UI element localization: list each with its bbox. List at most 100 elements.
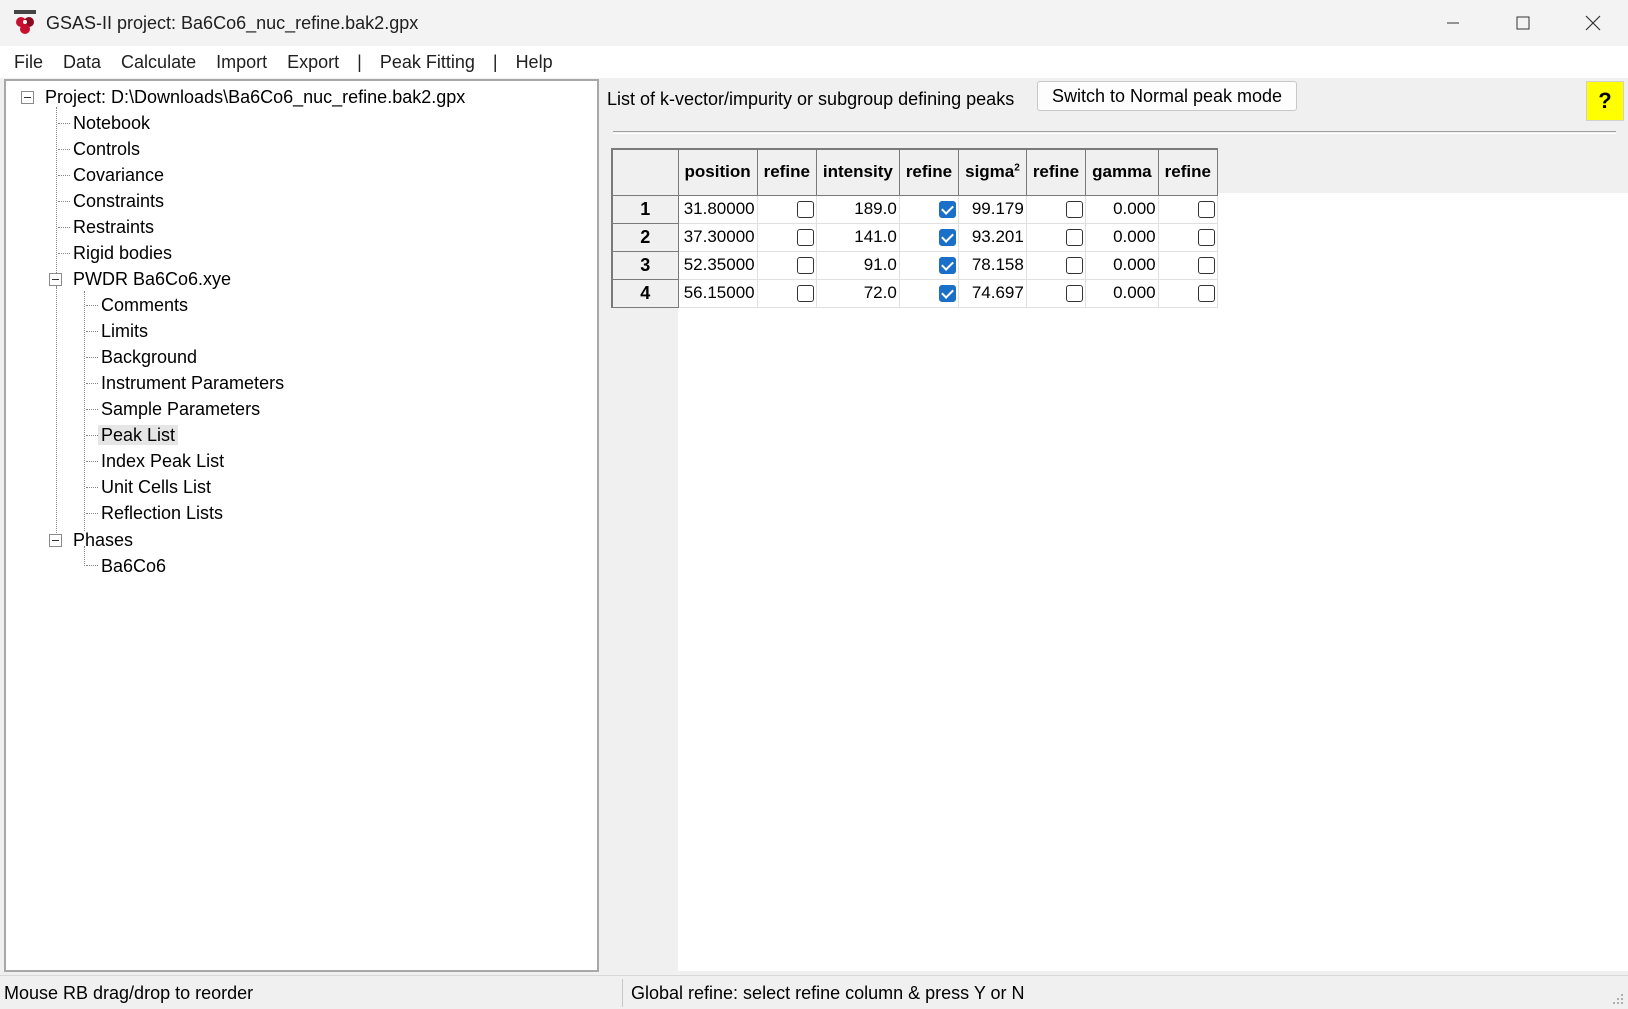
menu-calculate[interactable]: Calculate (111, 52, 206, 73)
sigma-cell[interactable]: 93.201 (958, 222, 1027, 252)
tree-item-sample-parameters[interactable]: Sample Parameters (98, 397, 263, 421)
close-button[interactable] (1558, 0, 1628, 46)
refine-checkbox[interactable] (796, 285, 814, 303)
table-row: 3 52.35000 91.0 78.158 0.000 (611, 250, 1218, 280)
refine-cell[interactable] (756, 278, 817, 308)
row-header[interactable]: 2 (611, 222, 679, 252)
intensity-cell[interactable]: 72.0 (815, 278, 900, 308)
refine-checkbox[interactable] (1066, 229, 1084, 247)
tree-item-comments[interactable]: Comments (98, 293, 191, 317)
col-header-refine[interactable]: refine (1157, 148, 1218, 196)
intensity-cell[interactable]: 189.0 (815, 194, 900, 224)
data-tree[interactable]: Project: D:\Downloads\Ba6Co6_nuc_refine.… (4, 79, 599, 972)
col-header-position[interactable]: position (677, 148, 758, 196)
position-cell[interactable]: 52.35000 (677, 250, 758, 280)
menu-file[interactable]: File (4, 52, 53, 73)
position-cell[interactable]: 31.80000 (677, 194, 758, 224)
tree-item-constraints[interactable]: Constraints (70, 189, 167, 213)
refine-checkbox[interactable] (796, 257, 814, 275)
collapse-toggle-phases[interactable] (49, 534, 62, 547)
tree-item-limits[interactable]: Limits (98, 319, 151, 343)
tree-item-restraints[interactable]: Restraints (70, 215, 157, 239)
tree-item-pwdr[interactable]: PWDR Ba6Co6.xye (70, 267, 234, 291)
menu-help[interactable]: Help (506, 52, 563, 73)
refine-checkbox[interactable] (1066, 285, 1084, 303)
col-header-refine[interactable]: refine (898, 148, 960, 196)
refine-checkbox[interactable] (1066, 201, 1084, 219)
row-header[interactable]: 1 (611, 194, 679, 224)
intensity-cell[interactable]: 141.0 (815, 222, 900, 252)
gamma-cell[interactable]: 0.000 (1085, 194, 1159, 224)
help-button[interactable]: ? (1586, 81, 1624, 121)
tree-item-peak-list[interactable]: Peak List (98, 423, 179, 447)
tree-item-notebook[interactable]: Notebook (70, 111, 153, 135)
collapse-toggle-pwdr[interactable] (49, 273, 62, 286)
refine-checkbox[interactable] (939, 257, 957, 275)
sigma-cell[interactable]: 74.697 (958, 278, 1027, 308)
switch-normal-peak-mode-button[interactable]: Switch to Normal peak mode (1037, 81, 1297, 111)
tree-item-unit-cells-list[interactable]: Unit Cells List (98, 475, 214, 499)
tree-item-ba6co6[interactable]: Ba6Co6 (98, 554, 169, 578)
refine-checkbox[interactable] (1197, 285, 1215, 303)
refine-cell[interactable] (1025, 194, 1087, 224)
refine-checkbox[interactable] (1197, 201, 1215, 219)
refine-cell[interactable] (1025, 222, 1087, 252)
tree-item-phases[interactable]: Phases (70, 528, 136, 552)
refine-checkbox[interactable] (1066, 257, 1084, 275)
tree-item-index-peak-list[interactable]: Index Peak List (98, 449, 227, 473)
tree-item-instrument-parameters[interactable]: Instrument Parameters (98, 371, 287, 395)
refine-cell[interactable] (898, 250, 960, 280)
col-header-refine[interactable]: refine (756, 148, 817, 196)
row-header[interactable]: 3 (611, 250, 679, 280)
refine-cell[interactable] (756, 194, 817, 224)
row-header[interactable]: 4 (611, 278, 679, 308)
position-cell[interactable]: 56.15000 (677, 278, 758, 308)
gamma-cell[interactable]: 0.000 (1085, 250, 1159, 280)
refine-checkbox[interactable] (796, 229, 814, 247)
refine-cell[interactable] (898, 278, 960, 308)
menu-peak-fitting[interactable]: Peak Fitting (370, 52, 485, 73)
col-header-intensity[interactable]: intensity (815, 148, 900, 196)
col-header-refine[interactable]: refine (1025, 148, 1087, 196)
refine-cell[interactable] (756, 250, 817, 280)
maximize-button[interactable] (1488, 0, 1558, 46)
refine-checkbox[interactable] (939, 201, 957, 219)
menu-data[interactable]: Data (53, 52, 111, 73)
tree-item-controls[interactable]: Controls (70, 137, 143, 161)
sigma-cell[interactable]: 78.158 (958, 250, 1027, 280)
position-cell[interactable]: 37.30000 (677, 222, 758, 252)
refine-cell[interactable] (898, 194, 960, 224)
menu-import[interactable]: Import (206, 52, 277, 73)
refine-cell[interactable] (756, 222, 817, 252)
refine-cell[interactable] (1157, 222, 1218, 252)
tree-item-rigid-bodies[interactable]: Rigid bodies (70, 241, 175, 265)
refine-checkbox[interactable] (939, 285, 957, 303)
refine-checkbox[interactable] (939, 229, 957, 247)
refine-cell[interactable] (1025, 250, 1087, 280)
refine-checkbox[interactable] (1197, 229, 1215, 247)
sigma-cell[interactable]: 99.179 (958, 194, 1027, 224)
refine-checkbox[interactable] (1197, 257, 1215, 275)
gamma-cell[interactable]: 0.000 (1085, 222, 1159, 252)
tree-item-covariance[interactable]: Covariance (70, 163, 167, 187)
minimize-button[interactable] (1418, 0, 1488, 46)
refine-checkbox[interactable] (796, 201, 814, 219)
tree-item-project[interactable]: Project: D:\Downloads\Ba6Co6_nuc_refine.… (42, 85, 468, 109)
tree-item-reflection-lists[interactable]: Reflection Lists (98, 501, 226, 525)
col-header-gamma[interactable]: gamma (1085, 148, 1159, 196)
divider (613, 131, 1616, 134)
refine-cell[interactable] (1157, 194, 1218, 224)
col-header-sigma[interactable]: sigma2 (958, 148, 1027, 196)
gamma-cell[interactable]: 0.000 (1085, 278, 1159, 308)
refine-cell[interactable] (1157, 278, 1218, 308)
collapse-toggle-project[interactable] (21, 91, 34, 104)
refine-cell[interactable] (1025, 278, 1087, 308)
refine-cell[interactable] (1157, 250, 1218, 280)
gsas-logo-icon[interactable] (12, 10, 38, 36)
tree-item-background[interactable]: Background (98, 345, 200, 369)
refine-cell[interactable] (898, 222, 960, 252)
intensity-cell[interactable]: 91.0 (815, 250, 900, 280)
corner-cell[interactable] (611, 148, 679, 196)
resize-grip-icon[interactable] (1610, 991, 1624, 1005)
menu-export[interactable]: Export (277, 52, 349, 73)
